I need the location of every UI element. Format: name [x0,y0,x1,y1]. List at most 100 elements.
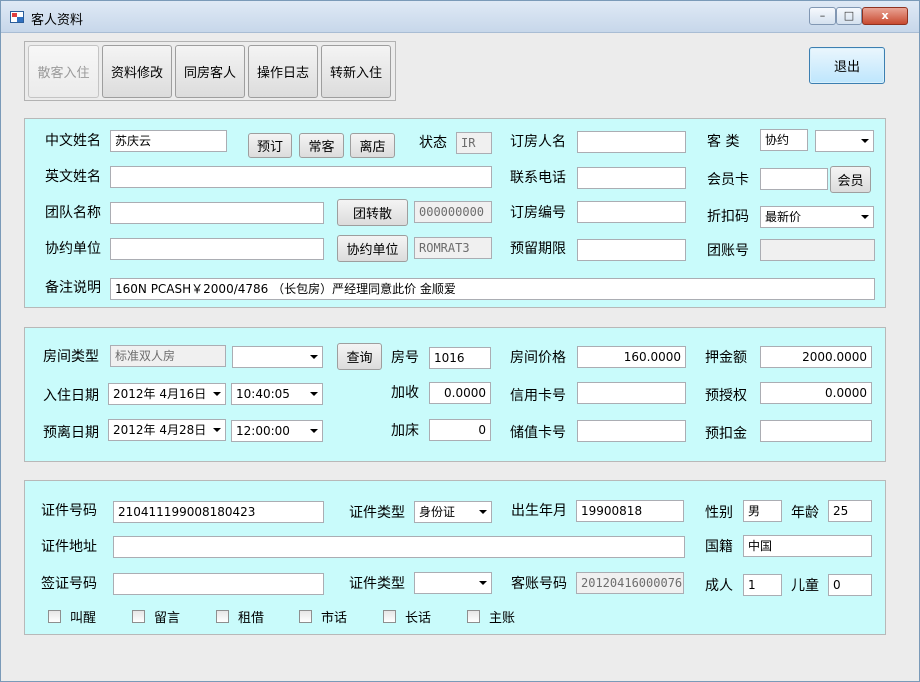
checkbox-box[interactable] [132,610,145,623]
close-button[interactable]: x [862,7,908,25]
nationality-input[interactable]: 中国 [743,535,872,557]
chevron-down-icon [861,139,869,143]
member-card-input[interactable] [760,168,828,190]
operation-log-button[interactable]: 操作日志 [248,45,318,98]
message-checkbox[interactable]: 留言 [132,607,180,626]
english-name-input[interactable] [110,166,492,188]
master-account-checkbox[interactable]: 主账 [467,607,515,626]
extra-bed-input[interactable]: 0 [429,419,491,441]
status-field: IR [456,132,492,154]
query-button[interactable]: 查询 [337,343,382,370]
phone-input[interactable] [577,167,686,189]
room-type-select[interactable] [232,346,323,368]
id-no-input[interactable]: 210411199008180423 [113,501,324,523]
checkbox-box[interactable] [299,610,312,623]
checkin-date-value: 2012年 4月16日 [113,387,207,401]
preauth-label: 预授权 [705,388,747,404]
group-label: 团队名称 [45,205,101,221]
member-button[interactable]: 会员 [830,166,871,193]
chinese-name-label: 中文姓名 [45,133,101,149]
id-type-select[interactable]: 身份证 [414,501,492,523]
reserve-button[interactable]: 预订 [248,133,292,158]
chevron-down-icon [861,215,869,219]
contract-label: 协约单位 [45,241,101,257]
account-no-label: 客账号码 [511,576,567,592]
price-label: 房间价格 [510,350,566,366]
prededuct-input[interactable] [760,420,872,442]
regular-guest-button[interactable]: 常客 [299,133,344,158]
checkbox-box[interactable] [48,610,61,623]
guest-info-window: 客人资料 – □ x 散客入住 资料修改 同房客人 操作日志 转新入住 退出 中… [0,0,920,682]
preauth-input[interactable]: 0.0000 [760,382,872,404]
gender-input[interactable]: 男 [743,500,782,522]
guest-type-input[interactable]: 协约 [760,129,808,151]
adults-label: 成人 [705,578,733,594]
same-room-guest-button[interactable]: 同房客人 [175,45,245,98]
price-input[interactable]: 160.0000 [577,346,686,368]
deposit-input[interactable]: 2000.0000 [760,346,872,368]
chevron-down-icon [310,355,318,359]
wakeup-checkbox[interactable]: 叫醒 [48,607,96,626]
local-call-checkbox[interactable]: 市话 [299,607,347,626]
exit-button[interactable]: 退出 [809,47,885,84]
extra-charge-input[interactable]: 0.0000 [429,382,491,404]
booker-input[interactable] [577,131,686,153]
hold-input[interactable] [577,239,686,261]
id-no-label: 证件号码 [41,503,97,519]
booking-no-label: 订房编号 [510,205,566,221]
chinese-name-input[interactable]: 苏庆云 [110,130,227,152]
birth-label: 出生年月 [511,503,567,519]
prededuct-label: 预扣金 [705,426,747,442]
contract-button[interactable]: 协约单位 [337,235,408,262]
birth-input[interactable]: 19900818 [576,500,684,522]
checkbox-box[interactable] [467,610,480,623]
checkbox-box[interactable] [216,610,229,623]
checkout-button[interactable]: 离店 [350,133,395,158]
minimize-button[interactable]: – [809,7,836,25]
status-label: 状态 [419,135,447,151]
children-input[interactable]: 0 [828,574,872,596]
member-card-label: 会员卡 [707,172,749,188]
stored-card-label: 储值卡号 [510,425,566,441]
credit-card-input[interactable] [577,382,686,404]
chevron-down-icon [213,392,221,396]
rental-checkbox[interactable]: 租借 [216,607,264,626]
checkin-date-picker[interactable]: 2012年 4月16日 [108,383,226,405]
room-type-field: 标准双人房 [110,345,226,367]
group-transfer-button[interactable]: 团转散 [337,199,408,226]
message-label: 留言 [154,611,181,626]
long-distance-checkbox[interactable]: 长话 [383,607,431,626]
age-input[interactable]: 25 [828,500,872,522]
visa-no-input[interactable] [113,573,324,595]
adults-input[interactable]: 1 [743,574,782,596]
transfer-checkin-button[interactable]: 转新入住 [321,45,391,98]
address-input[interactable] [113,536,685,558]
extra-bed-label: 加床 [391,423,419,439]
maximize-button[interactable]: □ [836,7,862,25]
checkout-time-picker[interactable]: 12:00:00 [231,420,323,442]
walkin-checkin-button[interactable]: 散客入住 [28,45,99,98]
booker-label: 订房人名 [510,134,566,150]
checkout-date-picker[interactable]: 2012年 4月28日 [108,419,226,441]
group-input[interactable] [110,202,324,224]
discount-select[interactable]: 最新价 [760,206,874,228]
checkout-date-label: 预离日期 [43,425,99,441]
remarks-label: 备注说明 [45,280,101,296]
discount-value: 最新价 [765,210,802,224]
id-type-value: 身份证 [419,505,456,519]
room-no-input[interactable]: 1016 [429,347,491,369]
group-account-field [760,239,875,261]
guest-type-select[interactable] [815,130,874,152]
chevron-down-icon [479,510,487,514]
remarks-input[interactable]: 160N PCASH￥2000/4786 （长包房）严经理同意此价 金顺爱 [110,278,875,300]
checkbox-box[interactable] [383,610,396,623]
checkin-time-picker[interactable]: 10:40:05 [231,383,323,405]
group-code-field: 000000000 [414,201,492,223]
nationality-label: 国籍 [705,539,733,555]
booking-no-input[interactable] [577,201,686,223]
stored-card-input[interactable] [577,420,686,442]
account-no-field: 20120416000076 [576,572,684,594]
edit-info-button[interactable]: 资料修改 [102,45,172,98]
contract-input[interactable] [110,238,324,260]
visa-type-select[interactable] [414,572,492,594]
